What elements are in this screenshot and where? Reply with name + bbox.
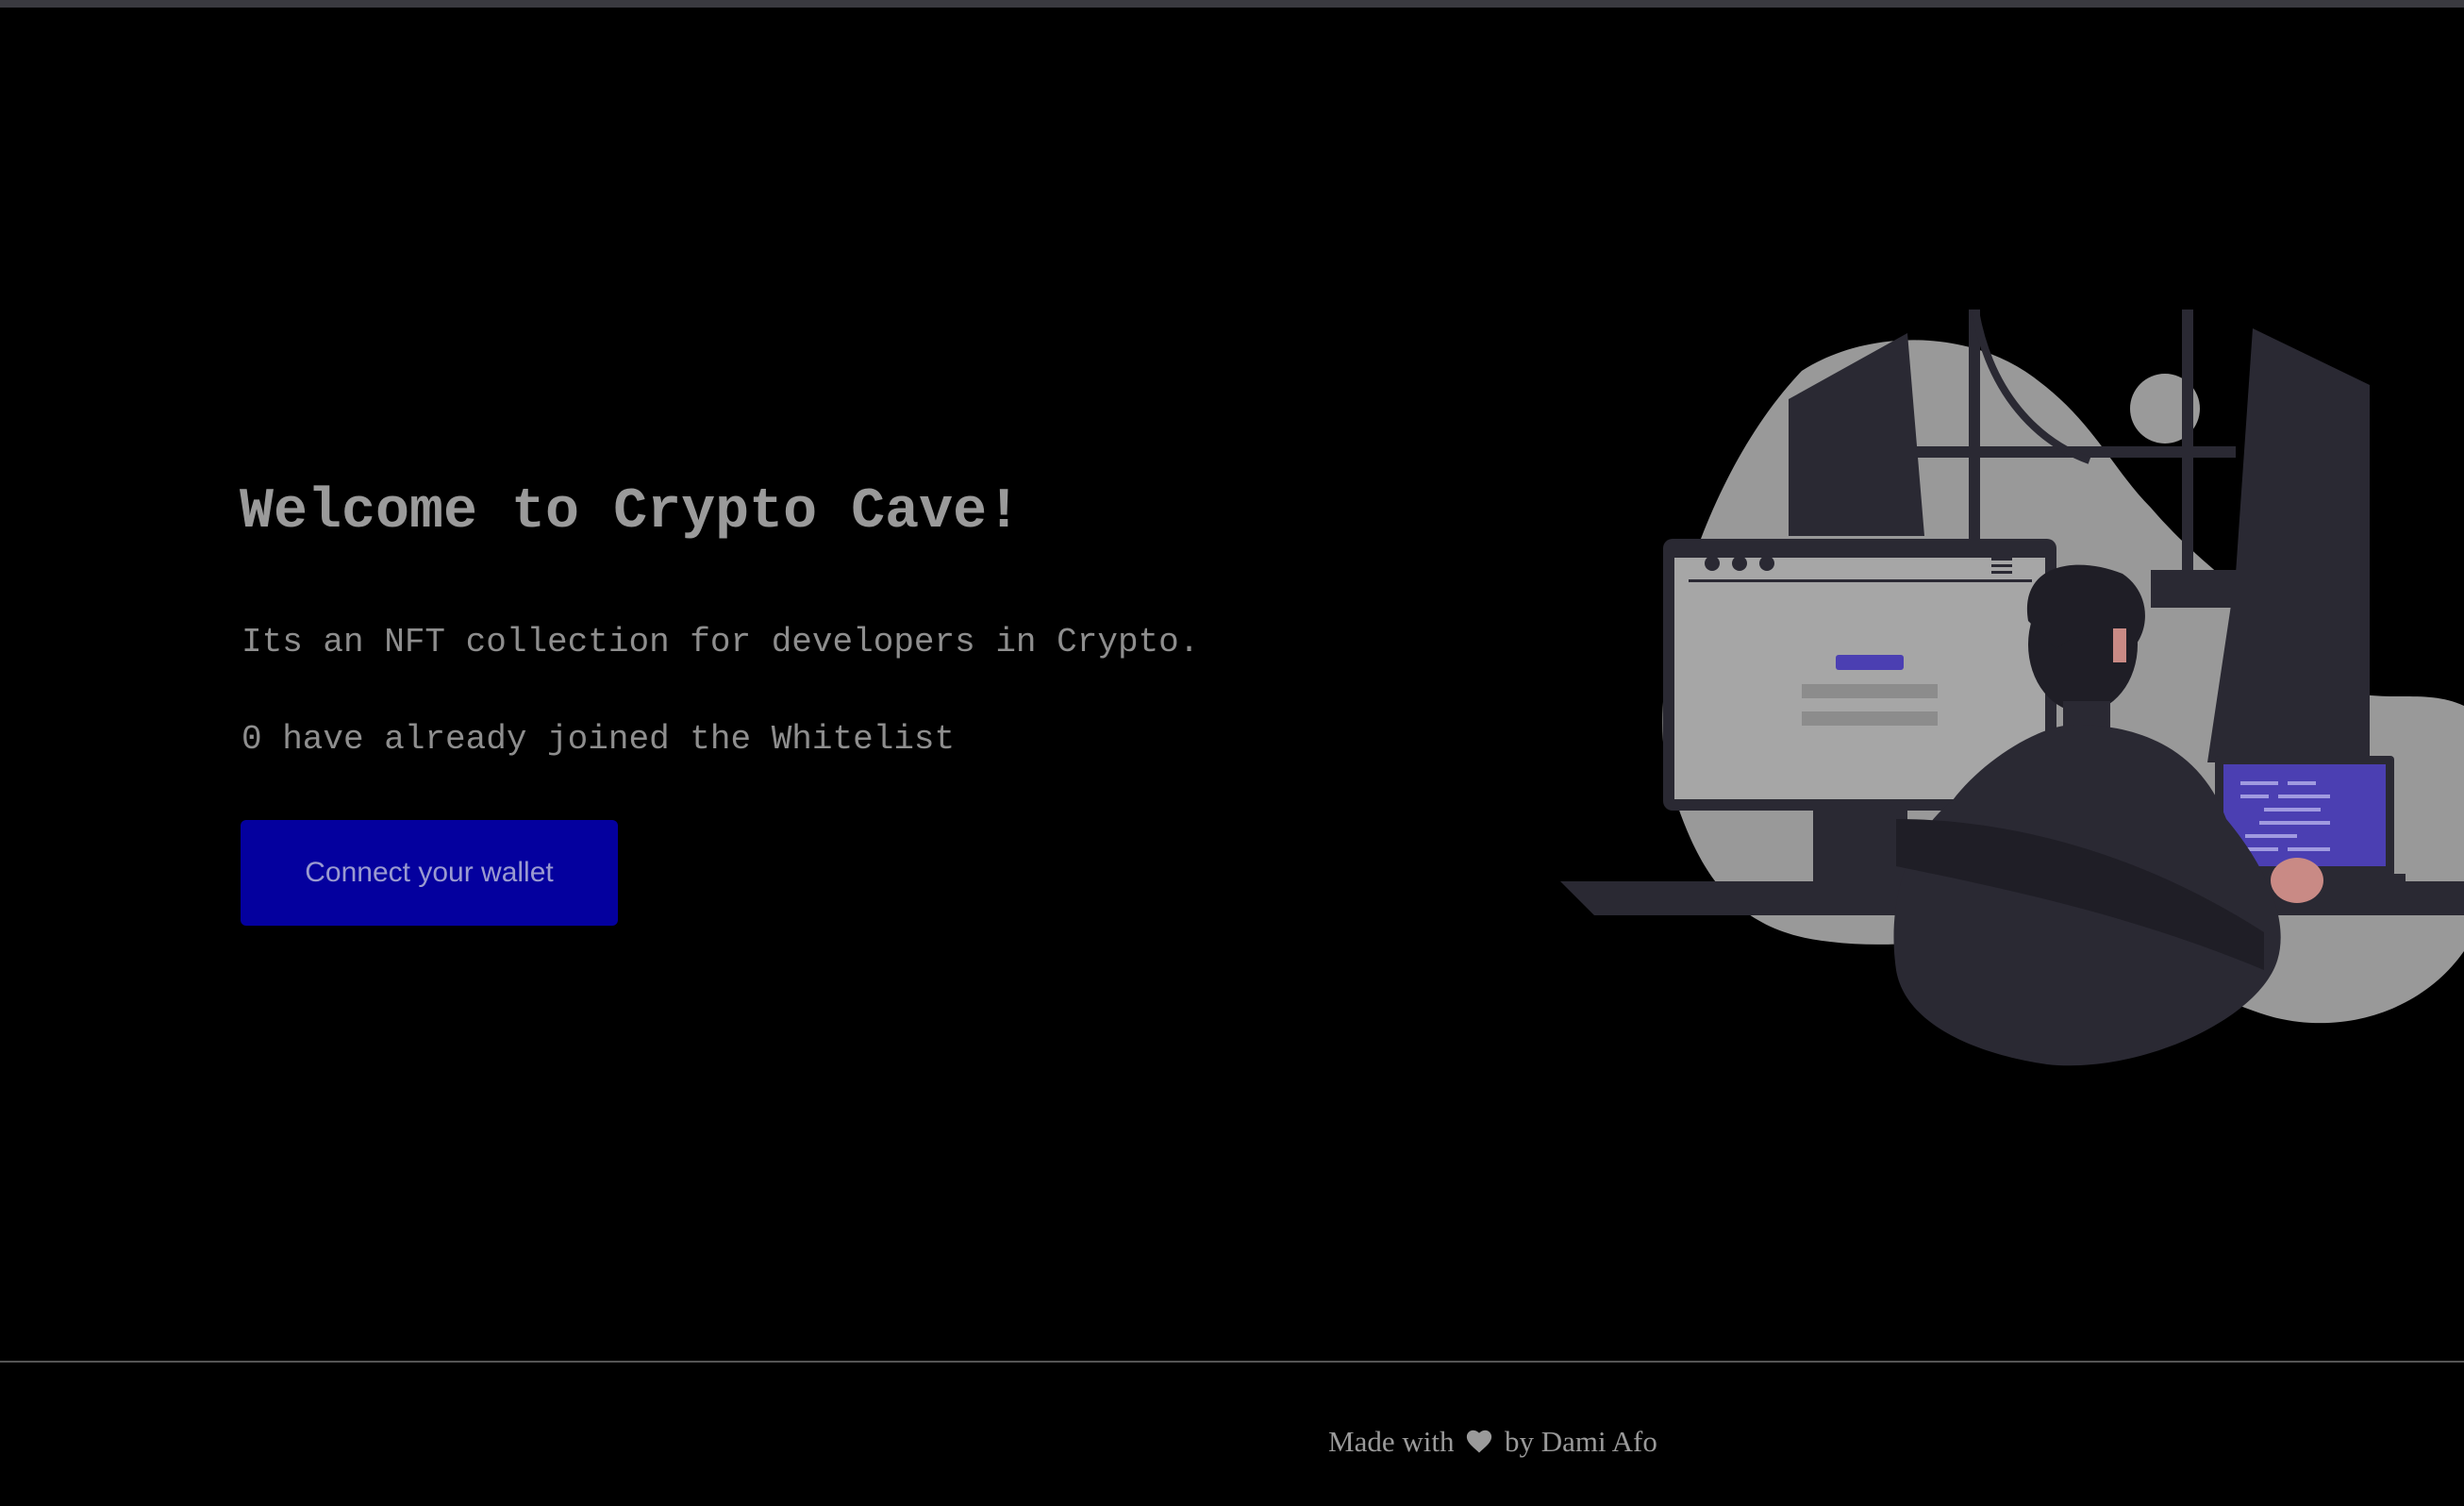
collection-description: Its an NFT collection for developers in … bbox=[241, 623, 1200, 661]
main-section: Welcome to Crypto Cave! Its an NFT colle… bbox=[0, 8, 2464, 1361]
footer-author: by Dami Afo bbox=[1504, 1425, 1657, 1458]
monitor-screen bbox=[1674, 558, 2045, 799]
left-building bbox=[1789, 333, 1924, 536]
screen-line bbox=[1802, 684, 1938, 698]
code-line bbox=[2259, 821, 2330, 825]
window-frame-post-left bbox=[1969, 310, 1980, 545]
heart-icon bbox=[1465, 1428, 1493, 1459]
footer-prefix: Made with bbox=[1328, 1425, 1455, 1458]
hero-text-block: Welcome to Crypto Cave! Its an NFT colle… bbox=[240, 480, 1199, 926]
code-line bbox=[2240, 781, 2278, 785]
browser-dot bbox=[1759, 556, 1774, 571]
browser-divider bbox=[1689, 579, 2032, 582]
code-line bbox=[2288, 781, 2316, 785]
shelf bbox=[2151, 570, 2264, 608]
person-face bbox=[2113, 628, 2126, 662]
footer-credit: Made with by Dami Afo bbox=[1328, 1427, 1657, 1459]
menu-line bbox=[1991, 571, 2012, 574]
browser-dot bbox=[1732, 556, 1747, 571]
browser-top-bar bbox=[0, 0, 2464, 8]
monitor-stand bbox=[1813, 811, 1907, 886]
right-building bbox=[2207, 328, 2370, 762]
developer-at-desk-illustration bbox=[1560, 310, 2464, 1066]
code-line bbox=[2240, 795, 2269, 798]
footer: Made with by Dami Afo bbox=[0, 1363, 2464, 1506]
code-line bbox=[2278, 795, 2330, 798]
screen-line bbox=[1802, 711, 1938, 726]
connect-wallet-button[interactable]: Connect your wallet bbox=[241, 820, 618, 926]
code-line bbox=[2264, 808, 2321, 812]
code-line bbox=[2288, 847, 2330, 851]
whitelist-count-text: 0 have already joined the Whitelist bbox=[241, 720, 956, 759]
code-line bbox=[2245, 834, 2297, 838]
menu-line bbox=[1991, 558, 2012, 561]
person-hand bbox=[2271, 858, 2323, 903]
page-title: Welcome to Crypto Cave! bbox=[240, 480, 1022, 544]
browser-dot bbox=[1705, 556, 1720, 571]
screen-button bbox=[1836, 655, 1904, 670]
menu-line bbox=[1991, 564, 2012, 567]
